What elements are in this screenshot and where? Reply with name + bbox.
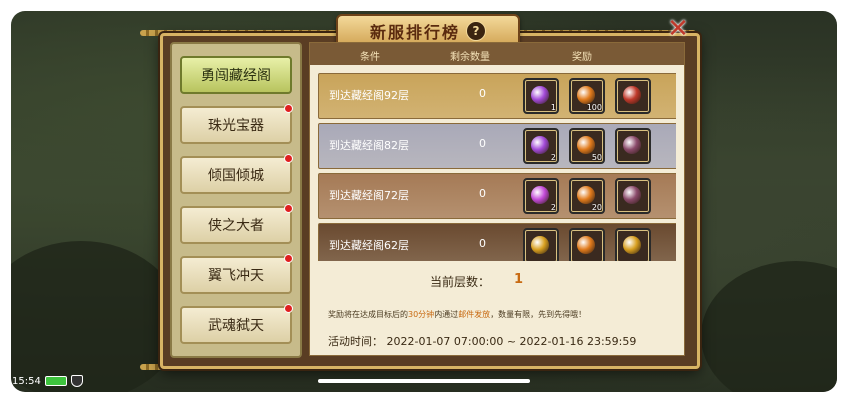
- shield-icon: [70, 375, 83, 387]
- header-reward: 奖励: [572, 52, 592, 63]
- orange-orb-icon[interactable]: 50: [569, 128, 605, 164]
- row-remaining: 0: [479, 187, 486, 200]
- row-remaining: 0: [479, 237, 486, 250]
- notification-dot: [284, 204, 293, 213]
- activity-time-range: 2022-01-07 07:00:00 ~ 2022-01-16 23:59:5…: [386, 335, 637, 348]
- sidebar-item-label: 武魂弑天: [208, 318, 264, 334]
- table-row: 到达藏经阁82层 0 2 50: [318, 123, 676, 169]
- orange-orb-icon[interactable]: 100: [569, 78, 605, 114]
- table-header: 条件 剩余数量 奖励: [310, 43, 684, 65]
- row-condition: 到达藏经阁82层: [329, 139, 409, 152]
- current-floor-label: 当前层数：: [430, 275, 491, 289]
- row-remaining: 0: [479, 137, 486, 150]
- orange-orb-icon[interactable]: 20: [569, 178, 605, 214]
- notification-dot: [284, 154, 293, 163]
- gold-ingot-icon[interactable]: [523, 228, 559, 261]
- row-condition: 到达藏经阁62层: [329, 239, 409, 252]
- red-card-icon[interactable]: [615, 78, 651, 114]
- reward-notice: 奖励将在达成目标后的30分钟内通过邮件发放，数量有限，先到先得哦！: [328, 309, 586, 320]
- notice-text: ，数量有限，先到先得哦！: [490, 310, 587, 319]
- notice-mail-highlight: 邮件发放: [458, 310, 491, 319]
- purple-gem-icon[interactable]: 2: [523, 178, 559, 214]
- background-foliage: [701, 261, 837, 392]
- question-icon[interactable]: ?: [466, 21, 486, 41]
- clock: 15:54: [12, 375, 41, 387]
- row-condition: 到达藏经阁92层: [329, 89, 409, 102]
- sidebar-item-wuhun[interactable]: 武魂弑天: [180, 304, 293, 344]
- sidebar-item-yongchuang[interactable]: 勇闯藏经阁: [180, 56, 292, 94]
- notification-dot: [284, 104, 293, 113]
- sidebar-item-label: 倾国倾城: [208, 168, 264, 184]
- battery-icon: [44, 376, 67, 386]
- table-row: 到达藏经阁92层 0 1 100: [318, 73, 676, 119]
- window-title: 新服排行榜: [369, 23, 460, 42]
- sidebar-item-yifei[interactable]: 翼飞冲天: [180, 254, 293, 294]
- close-x-icon[interactable]: ✕: [660, 14, 696, 44]
- current-floor-value: 1: [514, 272, 524, 287]
- status-bar: 15:54: [12, 375, 83, 387]
- gold-gourd-icon[interactable]: [615, 228, 651, 261]
- sidebar-item-label: 珠光宝器: [208, 118, 264, 134]
- orange-orb-icon[interactable]: [569, 228, 605, 261]
- sidebar-item-label: 侠之大者: [208, 218, 264, 234]
- row-remaining: 0: [479, 87, 486, 100]
- header-remaining: 剩余数量: [450, 52, 490, 63]
- purple-gem-icon[interactable]: 1: [523, 78, 559, 114]
- sidebar-item-label: 勇闯藏经阁: [201, 68, 271, 84]
- reward-list[interactable]: 到达藏经阁92层 0 1 100 到达藏经阁82层 0 2 50 到达藏经阁72…: [318, 73, 676, 261]
- category-sidebar: 勇闯藏经阁 珠光宝器 倾国倾城 侠之大者 翼飞冲天 武魂弑天: [170, 42, 302, 358]
- purple-gem-icon[interactable]: 2: [523, 128, 559, 164]
- table-row: 到达藏经阁72层 0 2 20: [318, 173, 676, 219]
- sidebar-item-label: 翼飞冲天: [208, 268, 264, 284]
- activity-time: 活动时间： 2022-01-07 07:00:00 ~ 2022-01-16 2…: [328, 333, 636, 349]
- hero-portrait-icon[interactable]: [615, 128, 651, 164]
- row-condition: 到达藏经阁72层: [329, 189, 409, 202]
- notice-text: 内通过: [434, 310, 459, 319]
- notification-dot: [284, 254, 293, 263]
- header-condition: 条件: [360, 52, 380, 63]
- table-row: 到达藏经阁62层 0: [318, 223, 676, 261]
- hero-portrait-icon[interactable]: [615, 178, 651, 214]
- content-area: 条件 剩余数量 奖励 到达藏经阁92层 0 1 100 到达藏经阁82层 0 2…: [309, 42, 685, 356]
- notification-dot: [284, 304, 293, 313]
- sidebar-item-zhuguang[interactable]: 珠光宝器: [180, 104, 293, 144]
- notice-time-highlight: 30分钟: [408, 310, 435, 319]
- sidebar-item-qingguo[interactable]: 倾国倾城: [180, 154, 293, 194]
- home-indicator[interactable]: [318, 379, 530, 383]
- activity-time-label: 活动时间：: [328, 335, 383, 348]
- sidebar-item-xiazhi[interactable]: 侠之大者: [180, 204, 293, 244]
- notice-text: 奖励将在达成目标后的: [328, 310, 408, 319]
